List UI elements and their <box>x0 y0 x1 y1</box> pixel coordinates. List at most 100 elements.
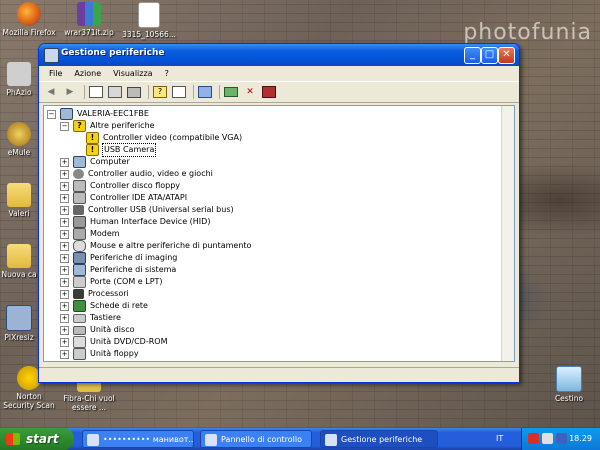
device-tree-panel[interactable]: − VALERIA-EEC1FBE − ? Altre periferiche … <box>43 105 515 362</box>
safely-remove-icon[interactable] <box>542 433 553 444</box>
tree-item-label: Unità disco <box>90 325 135 334</box>
tree-item-floppy-controller[interactable]: + Controller disco floppy <box>60 180 181 192</box>
desktop-icon-recycle-bin[interactable]: Cestino <box>540 366 598 403</box>
menu-file[interactable]: File <box>43 69 68 78</box>
document-icon <box>138 2 160 28</box>
program-icon <box>7 62 31 86</box>
title-bar[interactable]: Gestione periferiche _ □ ✕ <box>39 44 519 66</box>
floppy-icon <box>73 348 86 360</box>
tree-item-keyboards[interactable]: + Tastiere <box>60 312 122 324</box>
expand-toggle[interactable]: + <box>60 325 69 335</box>
tree-item-usb-controller[interactable]: + Controller USB (Universal serial bus) <box>60 204 235 216</box>
menu-visualizza[interactable]: Visualizza <box>107 69 158 78</box>
expand-toggle[interactable]: + <box>60 181 69 191</box>
desktop-icon-label: 3315_10566... <box>122 30 176 39</box>
expand-toggle[interactable]: + <box>60 289 69 299</box>
expand-toggle[interactable]: + <box>60 337 69 347</box>
computer-icon <box>73 156 86 168</box>
properties-icon[interactable] <box>107 85 123 99</box>
disable-device-icon[interactable]: ✕ <box>242 85 258 99</box>
expand-toggle[interactable]: + <box>60 193 69 203</box>
tree-item-label: Porte (COM e LPT) <box>90 277 163 286</box>
warning-icon: ! <box>86 144 99 156</box>
scan-hardware-icon[interactable] <box>197 85 213 99</box>
expand-toggle[interactable]: + <box>60 241 69 251</box>
tree-item-label: Schede di rete <box>90 301 148 310</box>
expand-toggle[interactable]: + <box>60 217 69 227</box>
vertical-scrollbar[interactable] <box>501 106 514 361</box>
toolbar: ◀ ▶ ? ✕ <box>39 81 519 103</box>
collapse-toggle[interactable]: − <box>47 109 56 119</box>
expand-toggle[interactable]: + <box>60 157 69 167</box>
tree-item-floppy-drives[interactable]: + Unità floppy <box>60 348 140 360</box>
menu-help[interactable]: ? <box>159 69 175 78</box>
tree-item-audio[interactable]: + Controller audio, video e giochi <box>60 168 214 180</box>
computer-icon <box>60 108 73 120</box>
expand-toggle[interactable]: + <box>60 277 69 287</box>
close-button[interactable]: ✕ <box>498 47 515 64</box>
tree-item-system-devices[interactable]: + Periferiche di sistema <box>60 264 177 276</box>
tree-item-dvd-drives[interactable]: + Unità DVD/CD-ROM <box>60 336 168 348</box>
device-manager-icon <box>325 434 337 446</box>
tree-item-ide-controller[interactable]: + Controller IDE ATA/ATAPI <box>60 192 188 204</box>
camera-icon <box>73 252 86 264</box>
tree-item-modem[interactable]: + Modem <box>60 228 121 240</box>
expand-toggle[interactable]: + <box>60 313 69 323</box>
print-icon[interactable] <box>126 85 142 99</box>
tree-item-altre-periferiche[interactable]: − ? Altre periferiche <box>60 120 156 132</box>
tree-item-usb-camera[interactable]: ! USB Camera <box>86 143 157 157</box>
expand-toggle[interactable]: + <box>60 349 69 359</box>
resize-icon <box>6 305 32 331</box>
minimize-button[interactable]: _ <box>464 47 481 64</box>
archive-icon <box>77 2 101 26</box>
device-manager-icon <box>44 48 59 63</box>
tree-item-network[interactable]: + Schede di rete <box>60 300 149 312</box>
network-icon[interactable] <box>556 433 567 444</box>
expand-toggle[interactable]: + <box>60 301 69 311</box>
desktop-icon-firefox[interactable]: Mozilla Firefox <box>0 2 58 37</box>
tree-item-processors[interactable]: + Processori <box>60 288 130 300</box>
tree-item-imaging[interactable]: + Periferiche di imaging <box>60 252 178 264</box>
desktop-icon-label: Cestino <box>554 394 584 403</box>
tree-item-computer[interactable]: + Computer <box>60 156 131 168</box>
security-icon[interactable] <box>528 433 539 444</box>
system-tray: 18.29 <box>521 428 600 450</box>
taskbar-button-control-panel[interactable]: Pannello di controllo <box>200 430 312 448</box>
tree-item-mouse[interactable]: + Mouse e altre periferiche di puntament… <box>60 240 252 252</box>
device-manager-window[interactable]: Gestione periferiche _ □ ✕ File Azione V… <box>38 43 520 383</box>
tree-item-ports[interactable]: + Porte (COM e LPT) <box>60 276 164 288</box>
desktop-icon-label: wrar371it.zip <box>64 28 114 37</box>
desktop-icon-winrar-zip[interactable]: wrar371it.zip <box>60 2 118 37</box>
expand-toggle[interactable]: + <box>60 205 69 215</box>
menu-azione[interactable]: Azione <box>68 69 107 78</box>
hid-icon <box>73 216 86 228</box>
expand-toggle[interactable]: + <box>60 253 69 263</box>
expand-toggle[interactable]: + <box>60 169 69 179</box>
collapse-toggle[interactable]: − <box>60 121 69 131</box>
expand-toggle[interactable]: + <box>60 265 69 275</box>
update-driver-icon[interactable] <box>223 85 239 99</box>
taskbar-button-device-manager[interactable]: Gestione periferiche <box>320 430 438 448</box>
taskbar-button-browser[interactable]: •••••••••• манивот... <box>82 430 194 448</box>
tree-root[interactable]: − VALERIA-EEC1FBE <box>47 108 150 120</box>
forward-icon[interactable]: ▶ <box>62 85 78 99</box>
back-icon[interactable]: ◀ <box>43 85 59 99</box>
tree-item-label: Periferiche di sistema <box>90 265 177 274</box>
uninstall-device-icon[interactable] <box>261 85 277 99</box>
processor-icon <box>73 289 84 299</box>
desktop-icon-file[interactable]: 3315_10566... <box>120 2 178 39</box>
tree-item-label: Controller audio, video e giochi <box>88 169 213 178</box>
tree-item-label: Human Interface Device (HID) <box>90 217 211 226</box>
help-icon[interactable]: ? <box>152 85 168 99</box>
clock[interactable]: 18.29 <box>569 428 592 450</box>
expand-toggle[interactable]: + <box>60 229 69 239</box>
language-indicator[interactable]: IT <box>496 428 503 450</box>
cd-drive-icon <box>73 336 86 348</box>
console-tree-icon[interactable] <box>88 85 104 99</box>
tree-item-disk-drives[interactable]: + Unità disco <box>60 324 136 336</box>
view-icon[interactable] <box>171 85 187 99</box>
maximize-button[interactable]: □ <box>481 47 498 64</box>
start-button[interactable]: start <box>0 428 74 450</box>
tree-item-hid[interactable]: + Human Interface Device (HID) <box>60 216 211 228</box>
tree-root-label: VALERIA-EEC1FBE <box>77 109 149 118</box>
